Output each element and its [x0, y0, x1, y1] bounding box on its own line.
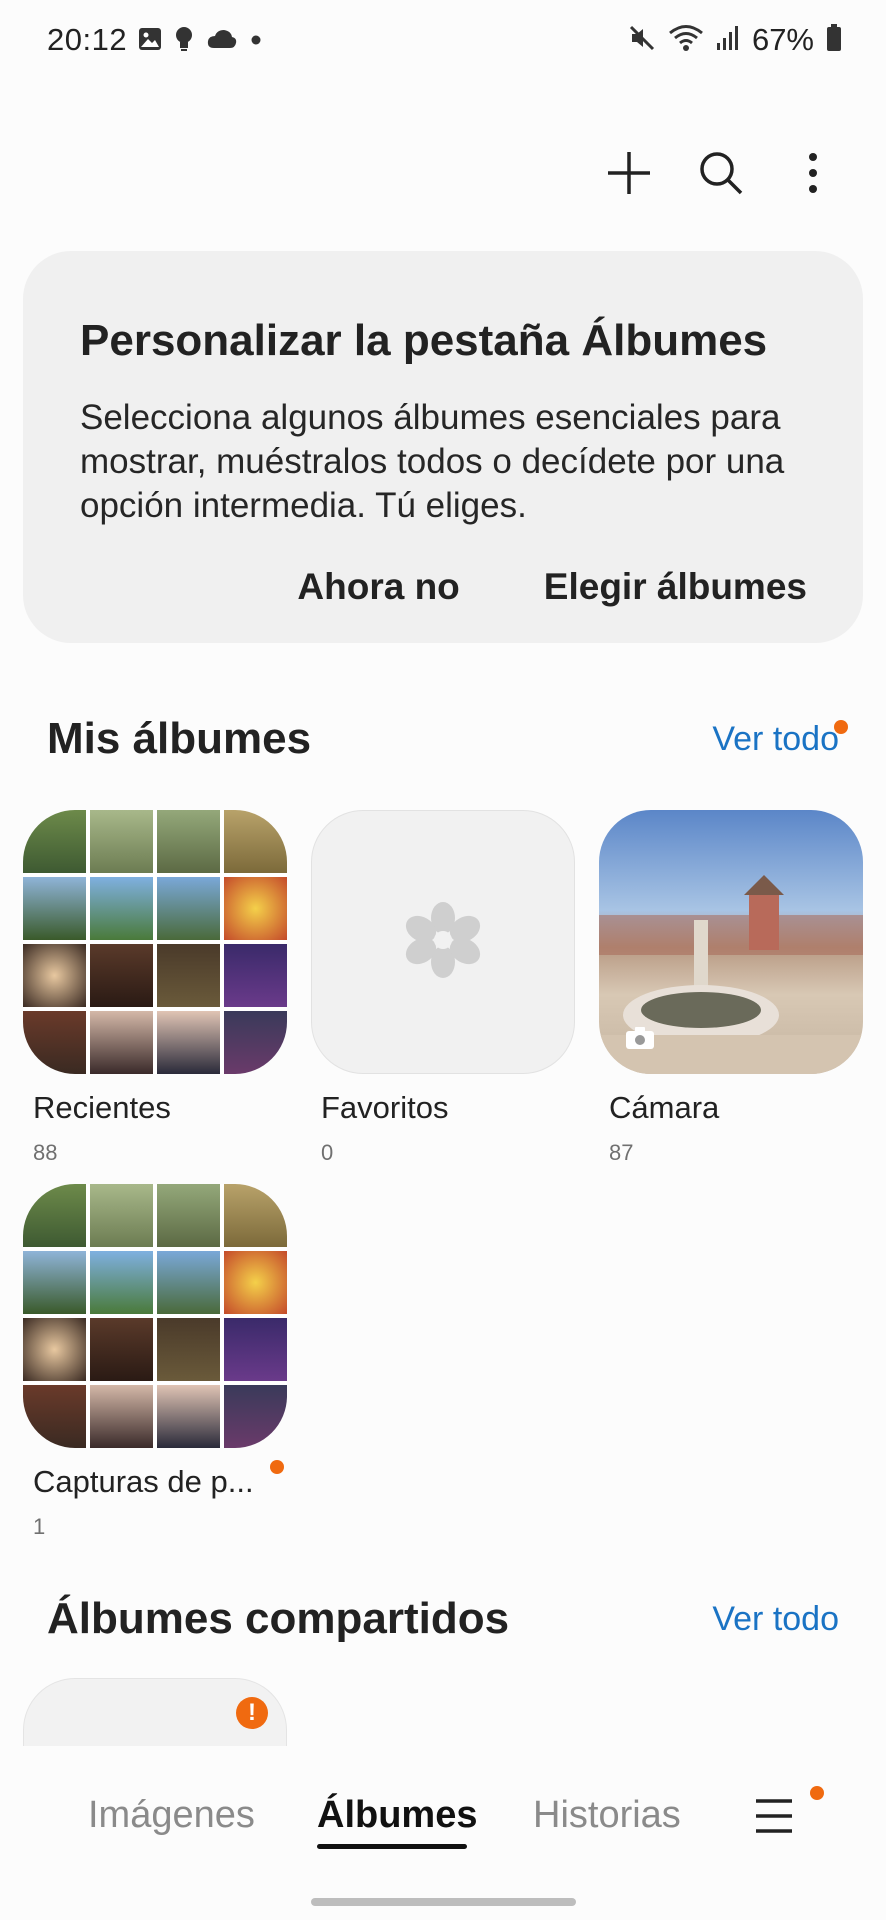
wifi-icon	[668, 24, 704, 57]
album-count: 1	[33, 1514, 46, 1539]
mute-icon	[628, 24, 656, 57]
status-time: 20:12	[47, 22, 128, 57]
my-albums-title: Mis álbumes	[47, 714, 312, 763]
cloud-icon	[206, 28, 238, 55]
album-recientes[interactable]: Recientes 88	[23, 810, 287, 1166]
customize-albums-card: Personalizar la pestaña Álbumes Seleccio…	[23, 251, 863, 643]
card-description: Selecciona algunos álbumes esenciales pa…	[80, 398, 785, 525]
album-count: 88	[33, 1140, 58, 1165]
album-thumbnail	[23, 810, 287, 1074]
shared-albums-title: Álbumes compartidos	[47, 1594, 510, 1643]
album-thumbnail	[311, 810, 575, 1074]
hamburger-menu-icon[interactable]	[754, 1798, 794, 1839]
active-tab-indicator	[317, 1844, 467, 1849]
bottom-navigation: Imágenes Álbumes Historias	[0, 1746, 886, 1920]
flower-icon	[403, 900, 483, 985]
shared-albums-see-all[interactable]: Ver todo	[712, 1600, 839, 1639]
battery-icon	[826, 23, 842, 57]
tab-albumes[interactable]: Álbumes	[317, 1794, 477, 1837]
new-badge-dot	[810, 1786, 824, 1800]
album-capturas[interactable]: Capturas de p... 1	[23, 1184, 287, 1540]
choose-albums-button[interactable]: Elegir álbumes	[544, 566, 807, 608]
album-name: Capturas de p...	[33, 1464, 254, 1499]
camera-icon	[625, 1026, 655, 1055]
album-name: Cámara	[609, 1090, 720, 1125]
not-now-button[interactable]: Ahora no	[297, 566, 459, 608]
album-name: Favoritos	[321, 1090, 449, 1125]
shared-albums-header: Álbumes compartidos Ver todo	[47, 1594, 839, 1644]
battery-percent: 67%	[751, 22, 814, 57]
home-indicator[interactable]	[311, 1898, 576, 1906]
album-thumbnail	[599, 810, 863, 1074]
search-icon[interactable]	[696, 148, 746, 198]
new-badge-dot	[270, 1460, 284, 1474]
new-badge-dot	[834, 720, 848, 734]
status-bar: 20:12 67%	[0, 0, 886, 84]
plus-icon[interactable]	[604, 148, 654, 198]
shared-album-card[interactable]: !	[23, 1678, 287, 1748]
album-count: 0	[321, 1140, 334, 1165]
more-vertical-icon[interactable]	[788, 148, 838, 198]
album-name: Recientes	[33, 1090, 171, 1125]
tab-historias[interactable]: Historias	[533, 1794, 681, 1837]
album-count: 87	[609, 1140, 634, 1165]
album-favoritos[interactable]: Favoritos 0	[311, 810, 575, 1166]
album-thumbnail	[23, 1184, 287, 1448]
album-camara[interactable]: Cámara 87	[599, 810, 863, 1166]
signal-icon	[716, 25, 740, 56]
my-albums-header: Mis álbumes Ver todo	[47, 714, 839, 764]
gallery-icon	[138, 27, 162, 56]
card-title: Personalizar la pestaña Álbumes	[80, 316, 768, 365]
my-albums-see-all[interactable]: Ver todo	[712, 720, 839, 759]
card-actions: Ahora no Elegir álbumes	[297, 566, 807, 608]
tab-imagenes[interactable]: Imágenes	[88, 1794, 255, 1837]
alert-icon: !	[236, 1697, 268, 1729]
status-right-icons: 67%	[628, 22, 842, 58]
top-actions	[604, 148, 838, 198]
bulb-icon	[174, 26, 194, 57]
status-left-icons	[138, 26, 262, 57]
dot-icon	[250, 33, 262, 51]
